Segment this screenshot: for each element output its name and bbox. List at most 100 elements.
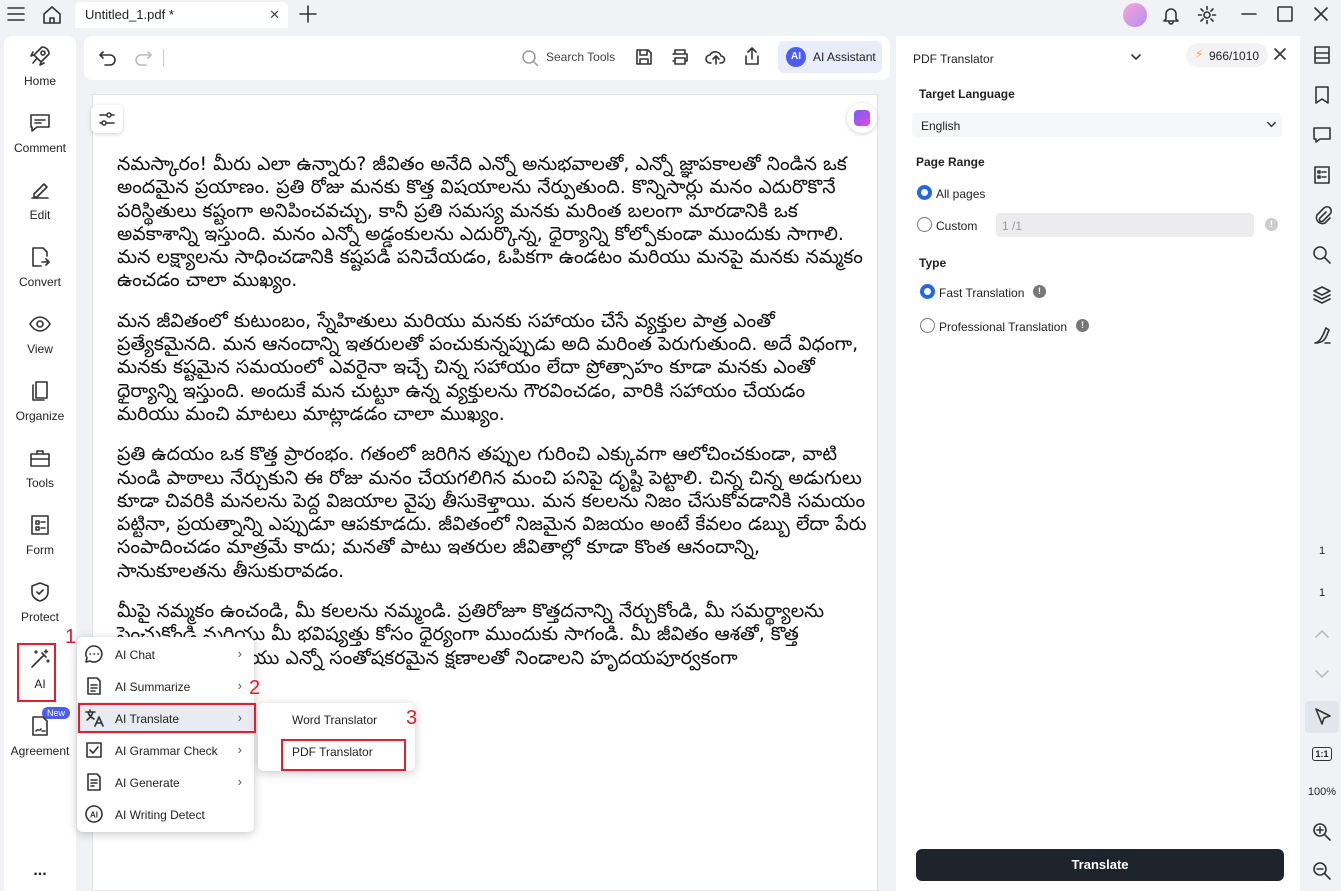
minimize-window-icon[interactable]: [1240, 5, 1258, 23]
annotation-number: 1: [65, 626, 77, 648]
select-cursor-icon[interactable]: [1305, 701, 1339, 733]
nav-protect[interactable]: Protect: [4, 580, 76, 624]
thumbnails-icon[interactable]: [1311, 44, 1333, 66]
pdf-translator-panel: PDF Translator ⚡ 966/1010 Target Languag…: [896, 36, 1300, 891]
ai-assistant-button[interactable]: AI AI Assistant: [778, 41, 882, 73]
nav-label-tools: Tools: [25, 476, 54, 490]
print-icon[interactable]: [670, 47, 690, 67]
nav-organize[interactable]: Organize: [4, 379, 76, 423]
custom-range-radio[interactable]: [917, 217, 932, 232]
nav-edit[interactable]: Edit: [4, 178, 76, 222]
tab-title: Untitled_1.pdf *: [85, 7, 174, 22]
menu-item-ai-writing-detect[interactable]: AI AI Writing Detect: [77, 798, 254, 830]
maximize-window-icon[interactable]: [1276, 5, 1294, 23]
comment-icon: [28, 111, 52, 135]
close-window-icon[interactable]: [1312, 5, 1330, 23]
menu-item-ai-generate[interactable]: AI Generate ›: [77, 766, 254, 798]
main-toolbar: Search Tools AI AI Assistant: [84, 36, 890, 80]
nav-label-form: Form: [26, 543, 54, 557]
notification-bell-icon[interactable]: [1161, 5, 1181, 25]
page-down-chevron-icon[interactable]: [1311, 663, 1333, 685]
search-tools-label[interactable]: Search Tools: [546, 50, 615, 64]
annotation-box-pdf-translator: [281, 739, 406, 771]
bookmark-icon[interactable]: [1311, 84, 1333, 106]
page-settings-button[interactable]: [91, 105, 123, 133]
actual-size-button[interactable]: 1:1: [1303, 747, 1341, 761]
zoom-level[interactable]: 100%: [1303, 786, 1341, 798]
current-page-number[interactable]: 1: [1303, 545, 1341, 557]
paragraph: ప్రతి ఉదయం ఒక కొత్త ప్రారంభం. గతంలో జరిగ…: [117, 443, 867, 582]
chevron-right-icon: ›: [237, 678, 242, 693]
grammar-check-icon: [84, 740, 104, 760]
nav-convert[interactable]: Convert: [4, 245, 76, 289]
nav-label-edit: Edit: [29, 208, 51, 222]
custom-label: Custom: [936, 219, 978, 233]
search-icon[interactable]: [1311, 244, 1333, 266]
zoom-out-icon[interactable]: [1311, 860, 1333, 882]
chevron-down-icon: [1266, 119, 1277, 130]
nav-view[interactable]: View: [4, 312, 76, 356]
total-pages: 1: [1318, 587, 1326, 599]
info-icon[interactable]: !: [1265, 218, 1278, 231]
all-pages-radio[interactable]: [917, 185, 932, 200]
new-tab-icon[interactable]: [298, 4, 318, 24]
ai-assistant-icon: AI: [786, 47, 806, 67]
document-tab[interactable]: Untitled_1.pdf * ✕: [75, 2, 288, 28]
ai-sidebar-icon[interactable]: [847, 103, 877, 133]
nav-comment[interactable]: Comment: [4, 111, 76, 155]
layers-icon[interactable]: [1311, 284, 1333, 306]
comments-icon[interactable]: [1311, 124, 1333, 146]
target-language-label: Target Language: [919, 87, 1015, 101]
nav-home[interactable]: Home: [4, 44, 76, 88]
svg-text:AI: AI: [90, 811, 98, 820]
nav-form[interactable]: Form: [4, 513, 76, 557]
menu-item-ai-grammar-check[interactable]: AI Grammar Check ›: [77, 734, 254, 766]
translator-tool-value: PDF Translator: [913, 52, 994, 66]
ai-detect-icon: AI: [84, 804, 104, 824]
target-language-select[interactable]: English: [912, 113, 1282, 137]
share-icon[interactable]: [742, 46, 762, 66]
nav-label-home: Home: [23, 74, 56, 88]
cloud-upload-icon[interactable]: [705, 47, 727, 67]
annotation-number: 3: [406, 707, 418, 729]
fast-translation-label: Fast Translation: [939, 286, 1025, 300]
annotation-number: 2: [249, 677, 261, 699]
redo-icon[interactable]: [133, 48, 153, 68]
page-up-chevron-icon[interactable]: [1311, 623, 1333, 645]
nav-tools[interactable]: Tools: [4, 446, 76, 490]
zoom-in-icon[interactable]: [1311, 821, 1333, 843]
credits-badge[interactable]: ⚡ 966/1010: [1186, 43, 1268, 67]
undo-icon[interactable]: [98, 48, 118, 68]
rocket-icon: [28, 44, 52, 68]
form-fields-icon[interactable]: [1311, 164, 1333, 186]
info-icon[interactable]: !: [1033, 285, 1046, 298]
lightning-icon: ⚡: [1195, 47, 1204, 61]
hamburger-menu-icon[interactable]: [7, 6, 25, 22]
translate-button[interactable]: Translate: [916, 849, 1284, 881]
settings-gear-icon[interactable]: [1197, 5, 1217, 25]
chevron-right-icon: ›: [237, 646, 242, 661]
nav-agreement[interactable]: Agreement: [4, 714, 76, 758]
translator-tool-select[interactable]: PDF Translator: [904, 42, 1148, 72]
annotation-box-ai-nav: [17, 643, 56, 702]
professional-translation-label: Professional Translation: [939, 320, 1068, 334]
more-options-icon[interactable]: ...: [4, 862, 76, 880]
chevron-down-icon: [1130, 51, 1142, 63]
fast-translation-radio[interactable]: [920, 284, 935, 299]
attachment-icon[interactable]: [1311, 204, 1333, 226]
search-icon[interactable]: [521, 49, 539, 67]
home-icon[interactable]: [42, 5, 62, 25]
save-icon[interactable]: [634, 47, 654, 67]
professional-translation-radio[interactable]: [920, 318, 935, 333]
menu-item-ai-summarize[interactable]: AI Summarize ›: [77, 670, 254, 702]
close-tab-icon[interactable]: ✕: [269, 7, 280, 23]
signature-pen-icon[interactable]: [1311, 324, 1333, 346]
menu-item-word-translator[interactable]: Word Translator: [292, 713, 377, 727]
close-panel-icon[interactable]: [1273, 47, 1287, 61]
actual-size-label: 1:1: [1312, 747, 1332, 761]
avatar[interactable]: [1123, 3, 1147, 27]
toolbox-icon: [28, 446, 52, 470]
menu-item-ai-chat[interactable]: AI Chat ›: [77, 638, 254, 670]
info-icon[interactable]: !: [1076, 319, 1089, 332]
custom-range-input[interactable]: 1 /1: [996, 213, 1254, 237]
